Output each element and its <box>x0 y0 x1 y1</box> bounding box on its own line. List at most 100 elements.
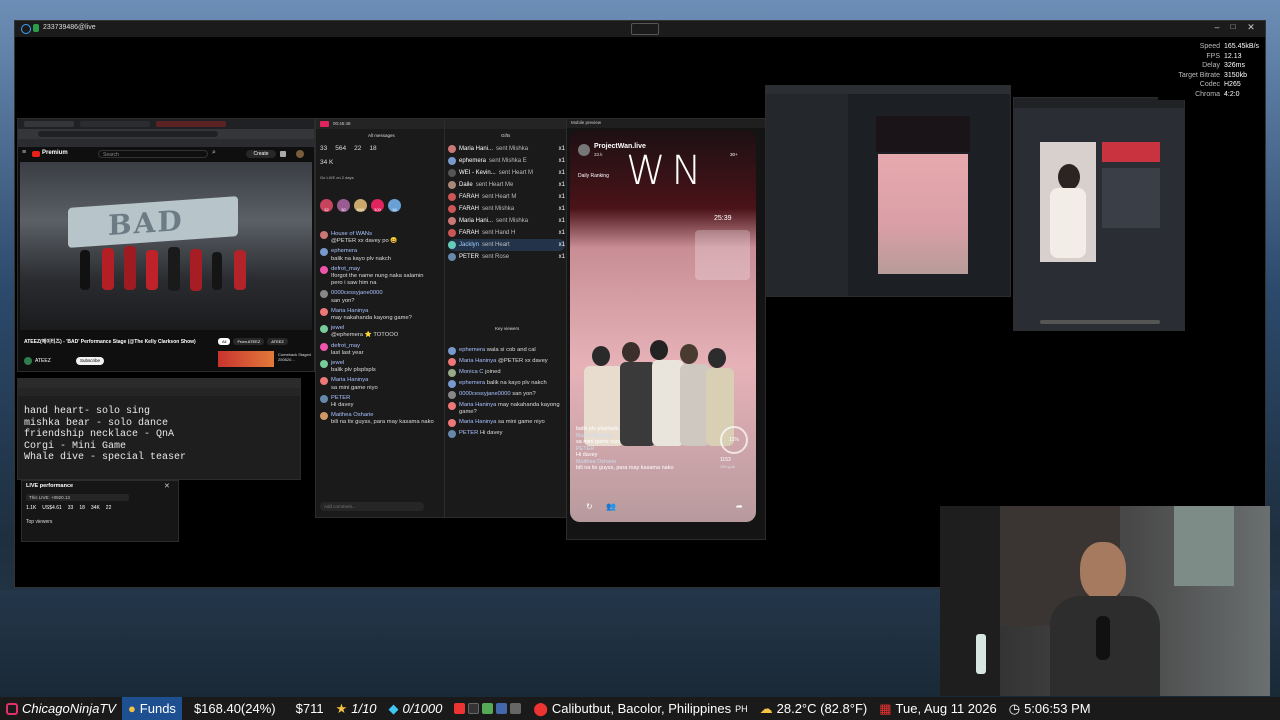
overlay-user[interactable]: Maria Haninya <box>576 433 611 439</box>
menu-icon[interactable]: ≡ <box>22 149 26 156</box>
gift-user[interactable]: FARAH <box>459 230 479 236</box>
daily-ranking[interactable]: Daily Ranking <box>578 173 609 179</box>
studio-slider[interactable] <box>1040 320 1160 324</box>
chat-text: last last year <box>331 349 364 356</box>
coin-bag-icon: ● <box>127 701 136 716</box>
share-icon[interactable]: ↻ <box>586 502 593 511</box>
up-next-thumbnail[interactable] <box>218 351 274 367</box>
chat-user[interactable]: Maria Haninya <box>459 402 496 408</box>
gift-goal-ring[interactable]: 11% <box>720 426 748 454</box>
date-text: Tue, Aug 11 2026 <box>895 701 997 716</box>
subscribe-button[interactable]: Subscribe <box>76 357 104 365</box>
chat-user[interactable]: defrot_may <box>331 343 364 350</box>
tiktok-chat-panel[interactable]: 00:45:48 All messages 33 564 22 18 34 K … <box>315 118 445 518</box>
chat-user[interactable]: Maithea Osharie <box>331 412 435 419</box>
forward-icon[interactable]: ➦ <box>736 502 743 511</box>
chat-message: 0000cessyjane0000 san yon? <box>448 391 563 399</box>
gift-line: ephemera sent Mishka E x1 <box>448 155 565 167</box>
browser-tab[interactable] <box>24 121 74 127</box>
up-next-title[interactable]: Comeback Staged 250620... <box>278 352 312 362</box>
host-avatar[interactable] <box>578 144 590 156</box>
gifts-panel[interactable]: Gifts Maria Hani... sent Mishka x1 ephemer… <box>444 118 567 518</box>
notepad-content[interactable]: hand heart- solo sing mishka bear - solo… <box>24 406 186 464</box>
overlay-user[interactable]: PETER <box>576 446 594 452</box>
gift-count: x1 <box>558 170 565 176</box>
stream-viewer-window[interactable]: 233739486@live – □ ✕ ≡ Premium Search ⌕ … <box>14 20 1266 588</box>
chat-user[interactable]: defrot_may <box>331 266 435 273</box>
channel-name[interactable]: ATEEZ <box>35 358 51 364</box>
mobile-preview-window[interactable]: Mobile preview ProjectWan.live 33.k Dail… <box>566 118 766 540</box>
gift-user[interactable]: Maria Hani... <box>459 146 493 152</box>
event-widget[interactable] <box>695 230 750 280</box>
gift-count: x1 <box>558 254 565 260</box>
chat-text: joined <box>485 369 501 375</box>
maximize-icon[interactable]: □ <box>1227 22 1239 31</box>
chat-user[interactable]: PETER <box>459 430 478 436</box>
browser-address-bar[interactable] <box>18 129 314 139</box>
gift-user[interactable]: WEI - Kevin... <box>459 170 496 176</box>
youtube-search-input[interactable]: Search <box>98 150 208 158</box>
chat-user[interactable]: Monica C <box>459 369 483 375</box>
minimize-icon[interactable]: – <box>1211 22 1223 32</box>
guests-icon[interactable]: 👥 <box>606 502 616 511</box>
obs-window[interactable]: WN <box>765 85 1011 297</box>
chat-user[interactable]: 0000cessyjane0000 <box>459 391 511 397</box>
youtube-icon <box>454 703 466 714</box>
notepad-window[interactable]: hand heart- solo sing mishka bear - solo… <box>17 378 301 480</box>
avatar[interactable] <box>296 150 304 158</box>
studio-settings-card[interactable] <box>1102 168 1160 228</box>
chat-user[interactable]: Maria Haninya <box>459 419 496 425</box>
overlay-text: balik plv plsplspls <box>576 426 619 432</box>
search-icon[interactable]: ⌕ <box>212 149 216 157</box>
bell-icon[interactable] <box>280 151 286 157</box>
chat-user[interactable]: PETER <box>331 395 354 402</box>
chat-user[interactable]: ephemera <box>459 347 485 353</box>
chat-text: Hi davey <box>331 402 354 409</box>
gift-line-highlighted: Jacklyn sent Heart x1 <box>448 239 565 251</box>
browser-tab[interactable] <box>80 121 150 127</box>
chat-user[interactable]: Maria Haninya <box>331 308 412 315</box>
chat-user[interactable]: 0000cessyjane0000 <box>331 290 383 297</box>
microphone <box>1096 616 1110 660</box>
youtube-video-player[interactable]: BAD <box>20 162 312 330</box>
close-icon[interactable]: ✕ <box>1245 22 1257 33</box>
youtube-header: ≡ Premium Search ⌕ Create <box>18 147 314 161</box>
gift-user[interactable]: Maria Hani... <box>459 218 493 224</box>
gift-action: sent Hand H <box>482 230 516 236</box>
viewer-count[interactable]: 30+ <box>730 152 738 157</box>
chip-all[interactable]: All <box>218 338 231 345</box>
gift-user[interactable]: FARAH <box>459 206 479 212</box>
chat-user[interactable]: ephemera <box>331 248 391 255</box>
live-performance-panel[interactable]: LIVE performance ✕ This LIVE: +0920.13 1… <box>21 480 179 542</box>
chat-user[interactable]: Maria Haninya <box>459 358 496 364</box>
create-button[interactable]: Create <box>246 150 276 158</box>
host-likes: 33.k <box>594 152 603 157</box>
chat-message: Maria Haninya may nakahanda kayong game? <box>320 307 440 322</box>
comment-input[interactable]: Add comment... <box>320 502 424 511</box>
chip-ateez[interactable]: ATEEZ <box>267 338 288 345</box>
gift-user[interactable]: Daile <box>459 182 473 188</box>
chat-user[interactable]: jewel <box>331 360 376 367</box>
close-icon[interactable]: ✕ <box>164 482 170 490</box>
view-mode-toggle[interactable] <box>631 23 659 35</box>
url-field[interactable] <box>38 131 218 137</box>
live-studio-window[interactable] <box>1013 97 1185 331</box>
studio-red-card[interactable] <box>1102 142 1160 162</box>
channel-avatar[interactable] <box>24 357 32 365</box>
browser-youtube-window[interactable]: ≡ Premium Search ⌕ Create BAD ATEEZ(에이티즈… <box>17 118 315 372</box>
obs-preview[interactable]: WN <box>878 122 968 274</box>
gift-user[interactable]: Jacklyn <box>459 242 479 248</box>
gift-user[interactable]: PETER <box>459 254 479 260</box>
overlay-user[interactable]: Maithea Osharie <box>576 459 616 465</box>
chat-user[interactable]: ephemera <box>459 380 485 386</box>
phone-screen[interactable]: ProjectWan.live 33.k Daily Ranking 30+ W… <box>570 130 756 522</box>
gift-user[interactable]: ephemera <box>459 158 486 164</box>
youtube-brand: Premium <box>42 150 68 156</box>
chip-from-ateez[interactable]: From ATEEZ <box>233 338 265 345</box>
live-duration: This LIVE: +0920.13 <box>26 494 129 501</box>
chat-user[interactable]: Maria Haninya <box>331 377 378 384</box>
stat-value: 4:2:0 <box>1224 90 1240 98</box>
browser-tab-active[interactable] <box>156 121 226 127</box>
studio-camera-preview[interactable] <box>1040 142 1096 262</box>
gift-user[interactable]: FARAH <box>459 194 479 200</box>
